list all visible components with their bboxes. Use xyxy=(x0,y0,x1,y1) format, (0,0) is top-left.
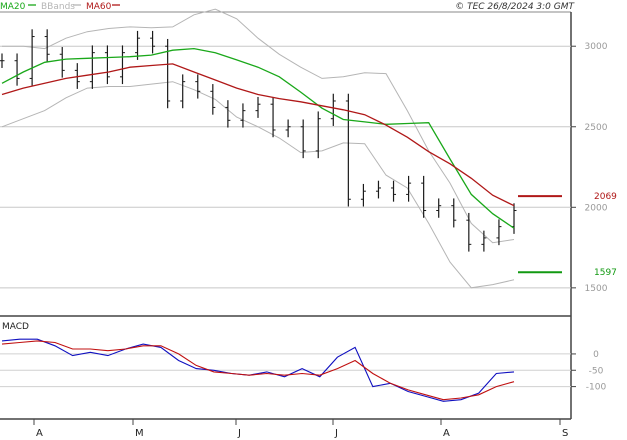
price-tick-label: 1500 xyxy=(585,284,608,294)
time-tick-label: A xyxy=(443,428,450,439)
last-value-label: 2069 xyxy=(594,192,617,202)
ma20-line xyxy=(1,47,515,229)
macd-tick-label: 0 xyxy=(593,350,599,360)
price-gridlines xyxy=(0,45,571,289)
legend-ma20: MA20 xyxy=(0,2,26,12)
macd-panel-title: MACD xyxy=(2,322,29,332)
stock-chart: MA20 BBands MA60 © TEC 26/8/2024 3:0 GMT… xyxy=(0,2,617,439)
legend-bbands: BBands xyxy=(41,2,75,12)
time-axis: AMJJAS xyxy=(33,419,568,439)
source-stamp: © TEC 26/8/2024 3:0 GMT xyxy=(455,2,575,12)
legend-ma60: MA60 xyxy=(86,2,112,12)
time-tick-label: S xyxy=(562,428,568,439)
time-tick-label: A xyxy=(36,428,43,439)
macd-tick-label: -100 xyxy=(586,383,607,393)
macd-tick-label: -50 xyxy=(589,366,604,376)
time-tick-label: J xyxy=(237,428,241,439)
price-tick-label: 3000 xyxy=(585,42,608,52)
ma60-line xyxy=(1,63,515,207)
bollinger-bands xyxy=(1,8,515,289)
last-value-label: 1597 xyxy=(594,268,617,278)
time-tick-label: J xyxy=(334,428,338,439)
macd-gridlines xyxy=(0,353,571,388)
moving-averages xyxy=(1,47,515,229)
price-axis-ticks: 3000 2500 2000 1500 xyxy=(571,42,608,294)
chart-legend: MA20 BBands MA60 xyxy=(0,2,120,12)
macd-axis-ticks: 0 -50 -100 xyxy=(571,350,606,393)
price-tick-label: 2000 xyxy=(585,203,608,213)
time-tick-label: M xyxy=(135,428,144,439)
price-tick-label: 2500 xyxy=(585,123,608,133)
